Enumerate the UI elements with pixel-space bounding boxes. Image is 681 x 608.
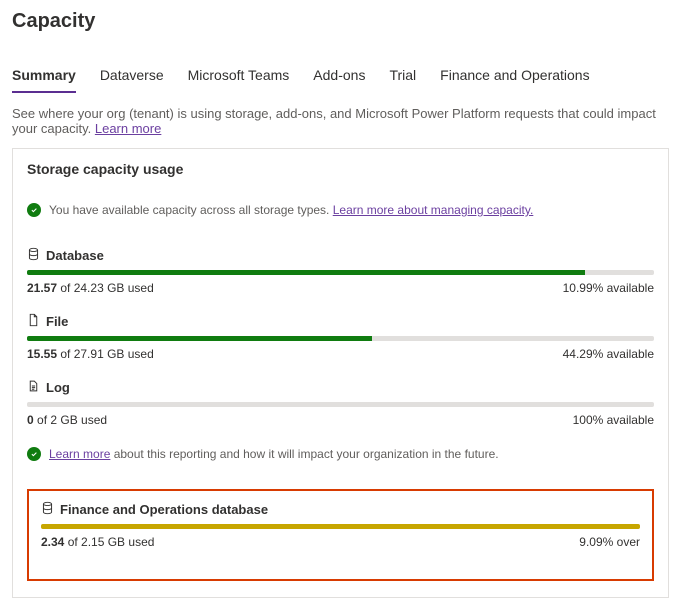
tab-bar: Summary Dataverse Microsoft Teams Add-ons Tr… <box>12 61 669 94</box>
reporting-learn-more-link[interactable]: Learn more <box>49 447 110 461</box>
usage-bar <box>27 402 654 407</box>
page-title: Capacity <box>12 10 669 33</box>
tab-finance-and-operations[interactable]: Finance and Operations <box>440 61 589 93</box>
usage-item-log: Log 0 of 2 GB used 100% available <box>27 379 654 427</box>
usage-item-database: Database 21.57 of 24.23 GB used 10.99% ava… <box>27 247 654 295</box>
usage-available-text: 10.99% available <box>563 281 654 295</box>
usage-used-text: 21.57 of 24.23 GB used <box>27 281 154 295</box>
card-title: Storage capacity usage <box>27 161 654 177</box>
usage-item-header: File <box>27 313 654 330</box>
finance-ops-highlight: Finance and Operations database 2.34 of 2… <box>27 489 654 581</box>
learn-more-link[interactable]: Learn more <box>95 121 161 136</box>
storage-usage-card: Storage capacity usage You have availabl… <box>12 148 669 598</box>
usage-used-text: 15.55 of 27.91 GB used <box>27 347 154 361</box>
page-description: See where your org (tenant) is using sto… <box>12 106 669 136</box>
usage-bar <box>27 336 654 341</box>
usage-item-name: File <box>46 314 68 329</box>
info-text: about this reporting and how it will imp… <box>110 447 498 461</box>
tab-trial[interactable]: Trial <box>389 61 416 93</box>
usage-item-name: Log <box>46 380 70 395</box>
usage-item-header: Log <box>27 379 654 396</box>
usage-item-header: Database <box>27 247 654 264</box>
usage-used-text: 2.34 of 2.15 GB used <box>41 535 154 549</box>
usage-bar-fill <box>27 336 372 341</box>
usage-item-finance-and-operations-database: Finance and Operations database 2.34 of 2… <box>41 501 640 549</box>
tab-dataverse[interactable]: Dataverse <box>100 61 164 93</box>
log-icon <box>27 379 40 396</box>
manage-capacity-link[interactable]: Learn more about managing capacity. <box>333 203 534 217</box>
usage-bar-fill <box>27 270 585 275</box>
usage-item-name: Database <box>46 248 104 263</box>
usage-bar <box>41 524 640 529</box>
usage-item-name: Finance and Operations database <box>60 502 268 517</box>
tab-microsoft-teams[interactable]: Microsoft Teams <box>188 61 290 93</box>
info-row: Learn more about this reporting and how … <box>27 447 654 461</box>
usage-bar-fill <box>41 524 640 529</box>
usage-used-text: 0 of 2 GB used <box>27 413 107 427</box>
usage-item-file: File 15.55 of 27.91 GB used 44.29% availab… <box>27 313 654 361</box>
check-circle-icon <box>27 203 41 217</box>
file-icon <box>27 313 40 330</box>
usage-item-header: Finance and Operations database <box>41 501 640 518</box>
status-text: You have available capacity across all s… <box>49 203 533 217</box>
db-icon <box>27 247 40 264</box>
usage-bar <box>27 270 654 275</box>
db-icon <box>41 501 54 518</box>
status-row: You have available capacity across all s… <box>27 203 654 217</box>
tab-add-ons[interactable]: Add-ons <box>313 61 365 93</box>
usage-available-text: 44.29% available <box>563 347 654 361</box>
check-circle-icon <box>27 447 41 461</box>
tab-summary[interactable]: Summary <box>12 61 76 93</box>
usage-available-text: 100% available <box>573 413 654 427</box>
usage-available-text: 9.09% over <box>579 535 640 549</box>
